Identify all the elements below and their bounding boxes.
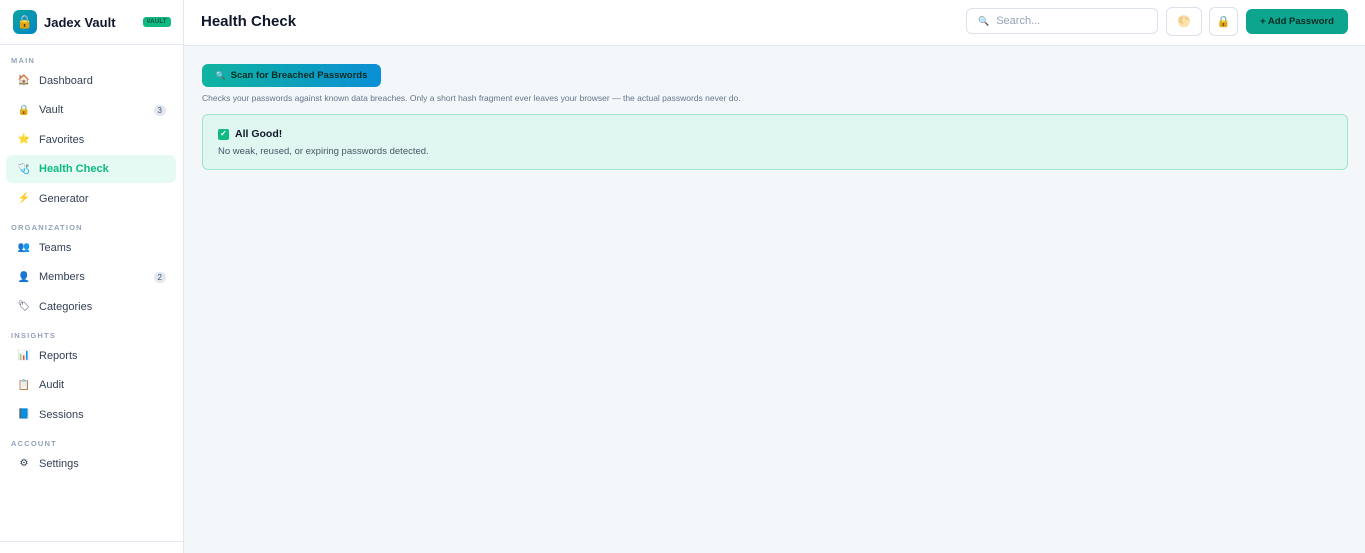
search-icon: 🔍 — [978, 15, 990, 26]
scan-breached-passwords-button[interactable]: 🔍 Scan for Breached Passwords — [202, 64, 381, 87]
users-icon: 👥 — [17, 242, 31, 253]
scan-button-label: Scan for Breached Passwords — [230, 70, 368, 81]
sidebar-item-vault[interactable]: 🔒 Vault 3 — [6, 96, 176, 124]
checkbox-check-icon: ✓ — [218, 128, 229, 140]
sidebar-item-label: Dashboard — [39, 74, 93, 87]
result-description: No weak, reused, or expiring passwords d… — [218, 146, 429, 157]
lightning-icon: ⚡ — [17, 193, 31, 204]
sidebar-item-dashboard[interactable]: 🏠 Dashboard — [6, 67, 176, 95]
sidebar-item-health-check[interactable]: 🩺 Health Check — [6, 155, 176, 183]
search-input[interactable] — [996, 15, 1147, 27]
topbar: Health Check 🔍 🌕 🔒 + Add Password — [184, 0, 1365, 46]
sidebar-item-label: Settings — [39, 457, 79, 470]
section-label-account: ACCOUNT — [11, 439, 57, 448]
book-icon: 📘 — [17, 409, 31, 420]
sidebar-item-label: Members — [39, 271, 85, 283]
members-count-badge: 2 — [153, 271, 166, 283]
sidebar-item-label: Teams — [39, 241, 72, 254]
page-title: Health Check — [201, 13, 297, 30]
sidebar-item-members[interactable]: 👤 Members 2 — [6, 263, 176, 291]
home-icon: 🏠 — [17, 75, 31, 86]
sidebar-item-label: Health Check — [39, 163, 109, 175]
search-icon: 🔍 — [215, 71, 226, 80]
sidebar-item-label: Generator — [39, 192, 89, 205]
lock-vault-button[interactable]: 🔒 — [1209, 7, 1238, 36]
section-label-insights: INSIGHTS — [11, 331, 57, 340]
section-label-main: MAIN — [11, 56, 35, 65]
sidebar-item-teams[interactable]: 👥 Teams — [6, 234, 176, 262]
theme-toggle-button[interactable]: 🌕 — [1166, 7, 1202, 36]
scan-helper-text: Checks your passwords against known data… — [202, 93, 741, 103]
clipboard-icon: 📋 — [17, 379, 31, 391]
tag-icon: 🏷 — [17, 301, 31, 312]
sidebar-item-favorites[interactable]: ⭐ Favorites — [6, 126, 176, 154]
result-title-text: All Good! — [235, 128, 283, 140]
sidebar-item-label: Sessions — [39, 408, 84, 421]
lock-icon: 🔒 — [1216, 16, 1231, 28]
sidebar-item-reports[interactable]: 📊 Reports — [6, 342, 176, 370]
health-result-card: ✓ All Good! No weak, reused, or expiring… — [202, 114, 1348, 170]
user-icon: 👤 — [17, 271, 31, 283]
sidebar: 🔒 Jadex Vault VAULT MAIN 🏠 Dashboard 🔒 V… — [0, 0, 184, 553]
sidebar-item-sessions[interactable]: 📘 Sessions — [6, 401, 176, 429]
sidebar-item-generator[interactable]: ⚡ Generator — [6, 185, 176, 213]
vault-badge: VAULT — [142, 17, 171, 27]
section-label-organization: ORGANIZATION — [11, 223, 83, 232]
stethoscope-icon: 🩺 — [17, 163, 31, 175]
search-box[interactable]: 🔍 — [966, 8, 1158, 34]
sidebar-item-label: Reports — [39, 349, 78, 362]
lock-icon: 🔒 — [17, 104, 31, 116]
lock-icon: 🔒 — [13, 10, 37, 34]
sidebar-item-settings[interactable]: ⚙ Settings — [6, 450, 176, 478]
sidebar-item-label: Favorites — [39, 133, 85, 146]
gear-icon: ⚙ — [19, 458, 29, 469]
sidebar-item-label: Vault — [39, 104, 64, 116]
moon-icon: 🌕 — [1177, 16, 1191, 28]
brand[interactable]: 🔒 Jadex Vault VAULT — [0, 0, 183, 45]
add-password-button[interactable]: + Add Password — [1246, 9, 1348, 34]
vault-count-badge: 3 — [153, 104, 166, 116]
sidebar-item-label: Categories — [39, 300, 93, 313]
bar-chart-icon: 📊 — [17, 350, 31, 361]
sidebar-divider — [0, 541, 183, 542]
result-title: ✓ All Good! — [218, 128, 282, 140]
star-icon: ⭐ — [17, 134, 31, 145]
sidebar-item-categories[interactable]: 🏷 Categories — [6, 293, 176, 321]
brand-name: Jadex Vault — [44, 14, 116, 30]
sidebar-item-audit[interactable]: 📋 Audit — [6, 371, 176, 399]
sidebar-item-label: Audit — [39, 379, 65, 391]
